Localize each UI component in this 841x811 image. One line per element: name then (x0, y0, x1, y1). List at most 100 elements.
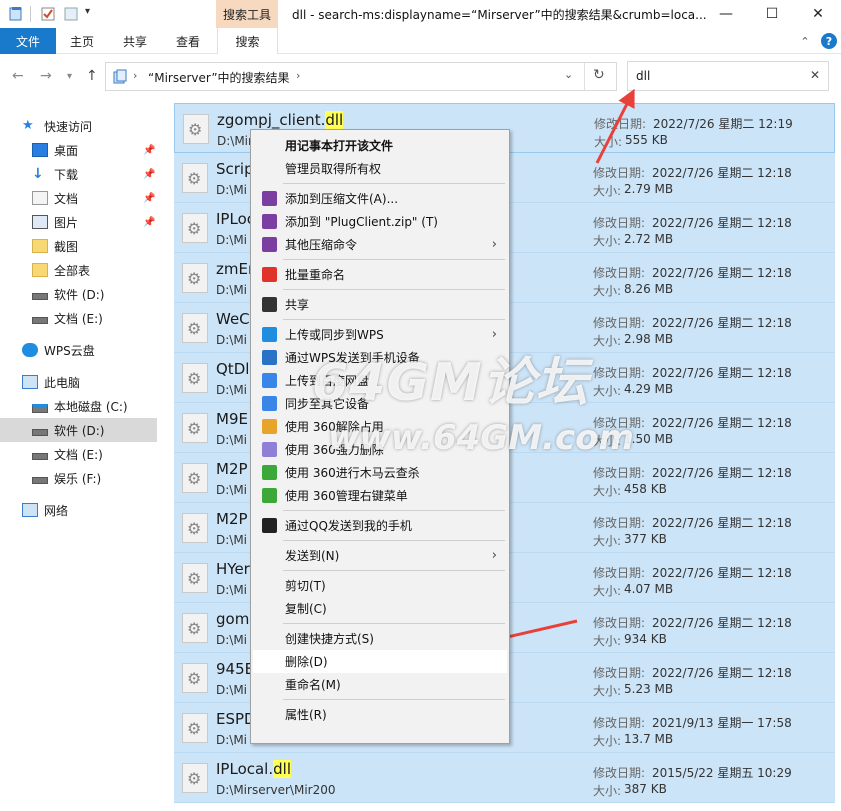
menu-item[interactable]: 管理员取得所有权 (253, 157, 507, 180)
file-name-prefix: HYer (216, 560, 250, 578)
clear-search-icon[interactable]: ✕ (810, 68, 820, 82)
search-query[interactable]: dll (636, 69, 650, 83)
qat-dropdown-icon[interactable]: ▾ (85, 6, 101, 22)
size-value: 458 KB (624, 482, 667, 496)
modified-value: 2022/7/26 星期二 12:18 (652, 666, 792, 680)
breadcrumb-chevron-icon[interactable]: › (296, 69, 300, 82)
explorer-icon[interactable] (8, 6, 24, 22)
tab-share[interactable]: 共享 (112, 28, 158, 54)
sidebar-item-drive-d[interactable]: 软件 (D:) (32, 282, 189, 306)
menu-item[interactable]: 重命名(M) (253, 673, 507, 696)
menu-item[interactable]: 复制(C) (253, 597, 507, 620)
dll-file-icon (182, 263, 208, 293)
size-label: 大小: (593, 634, 622, 648)
new-folder-icon[interactable] (63, 6, 79, 22)
breadcrumb-chevron-icon[interactable]: › (133, 69, 137, 82)
address-bar[interactable]: › “Mirserver”中的搜索结果 › ⌄ ↻ (105, 62, 617, 91)
menu-item[interactable]: 其他压缩命令 › (253, 233, 507, 256)
size-value: 4.29 MB (624, 382, 674, 396)
up-button[interactable]: ↑ (86, 68, 98, 84)
search-input[interactable]: dll ✕ (627, 61, 829, 91)
menu-item[interactable]: 添加到 "PlugClient.zip" (T) (253, 210, 507, 233)
modified-label: 修改日期: (593, 716, 646, 730)
file-name-prefix: M2P (216, 510, 248, 528)
sidebar-item-wps-cloud[interactable]: WPS云盘 (22, 338, 179, 362)
sidebar-item-drive-d-selected[interactable]: 软件 (D:) (0, 418, 157, 442)
forward-button[interactable]: → (40, 68, 52, 84)
size-label: 大小: (593, 684, 622, 698)
sidebar-item-this-pc[interactable]: 此电脑 (22, 370, 179, 394)
sidebar-item-label: 文档 (54, 191, 79, 206)
menu-item[interactable]: 使用 360进行木马云查杀 (253, 461, 507, 484)
menu-item[interactable]: 使用 360管理右键菜单 (253, 484, 507, 507)
menu-item[interactable]: 批量重命名 (253, 263, 507, 286)
drive-icon (32, 316, 48, 324)
ribbon-collapse-icon[interactable]: ⌃ (795, 28, 815, 54)
pin-icon[interactable]: 📌 (143, 217, 155, 228)
sidebar-item-drive-e[interactable]: 文档 (E:) (32, 306, 189, 330)
menu-item[interactable]: 共享 (253, 293, 507, 316)
sidebar-item-drive-c[interactable]: 本地磁盘 (C:) (32, 394, 189, 418)
file-path: D:\Mirserver\Mir200 (216, 783, 336, 797)
menu-item[interactable]: 发送到(N) › (253, 544, 507, 567)
tab-search[interactable]: 搜索 (217, 28, 278, 54)
sidebar-item-downloads[interactable]: ↓ 下载 (32, 162, 189, 186)
size-label: 大小: (593, 384, 622, 398)
menu-separator (283, 540, 505, 541)
sidebar-item-label: 图片 (54, 215, 79, 230)
menu-separator (283, 319, 505, 320)
dll-file-icon (182, 313, 208, 343)
winrar-icon (262, 214, 277, 229)
file-name-prefix: zmEr (216, 260, 255, 278)
dll-file-icon (182, 213, 208, 243)
dll-file-icon (182, 513, 208, 543)
breadcrumb[interactable]: “Mirserver”中的搜索结果 (148, 69, 290, 86)
menu-item[interactable]: 删除(D) (253, 650, 507, 673)
baidu-icon (262, 373, 277, 388)
modified-value: 2022/7/26 星期二 12:18 (652, 266, 792, 280)
sidebar-item-desktop[interactable]: 桌面 (32, 138, 189, 162)
sidebar-item-documents[interactable]: 文档 (32, 186, 189, 210)
pin-icon[interactable]: 📌 (143, 145, 155, 156)
tab-file[interactable]: 文件 (0, 28, 56, 54)
menu-item[interactable]: 属性(R) (253, 703, 507, 726)
menu-item[interactable]: 剪切(T) (253, 574, 507, 597)
sidebar-item-network[interactable]: 网络 (22, 498, 179, 522)
sidebar-item-label: 下载 (54, 167, 79, 182)
file-path: D:\Mi (216, 233, 248, 247)
menu-item-label: 共享 (285, 298, 310, 312)
tab-home[interactable]: 主页 (60, 28, 104, 54)
sidebar-item-quick-access[interactable]: ★ 快速访问 (22, 114, 179, 138)
properties-icon[interactable] (40, 6, 56, 22)
menu-item[interactable]: 通过QQ发送到我的手机 (253, 514, 507, 537)
menu-item[interactable]: 用记事本打开该文件 (253, 134, 507, 157)
help-icon[interactable]: ? (821, 33, 837, 49)
qq-icon (262, 518, 277, 533)
tab-view[interactable]: 查看 (166, 28, 210, 54)
size-value: 555 KB (625, 133, 668, 147)
sidebar-item-all-tables[interactable]: 全部表 (32, 258, 189, 282)
size-value: 934 KB (624, 632, 667, 646)
maximize-button[interactable]: ☐ (749, 0, 795, 28)
file-name-prefix: zgompj_client. (217, 111, 326, 129)
modified-value: 2022/7/26 星期二 12:18 (652, 166, 792, 180)
sidebar-item-drive-e[interactable]: 文档 (E:) (32, 442, 189, 466)
back-button[interactable]: ← (12, 68, 24, 84)
pin-icon[interactable]: 📌 (143, 193, 155, 204)
modified-label: 修改日期: (593, 166, 646, 180)
refresh-icon[interactable]: ↻ (593, 67, 605, 83)
pin-icon[interactable]: 📌 (143, 169, 155, 180)
minimize-button[interactable]: — (703, 0, 749, 28)
sidebar-item-pictures[interactable]: 图片 (32, 210, 189, 234)
menu-item-label: 添加到 "PlugClient.zip" (T) (285, 215, 438, 229)
sidebar-item-screenshots[interactable]: 截图 (32, 234, 189, 258)
modified-label: 修改日期: (593, 566, 646, 580)
menu-item[interactable]: 创建快捷方式(S) (253, 627, 507, 650)
menu-item[interactable]: 添加到压缩文件(A)... (253, 187, 507, 210)
file-row[interactable]: IPLocal.dll D:\Mirserver\Mir200 修改日期: 2015/… (174, 753, 835, 803)
recent-locations-icon[interactable]: ▾ (67, 71, 72, 82)
document-icon (32, 191, 48, 205)
close-button[interactable]: ✕ (795, 0, 841, 28)
sidebar-item-drive-f[interactable]: 娱乐 (F:) (32, 466, 189, 490)
address-dropdown-icon[interactable]: ⌄ (564, 68, 573, 81)
